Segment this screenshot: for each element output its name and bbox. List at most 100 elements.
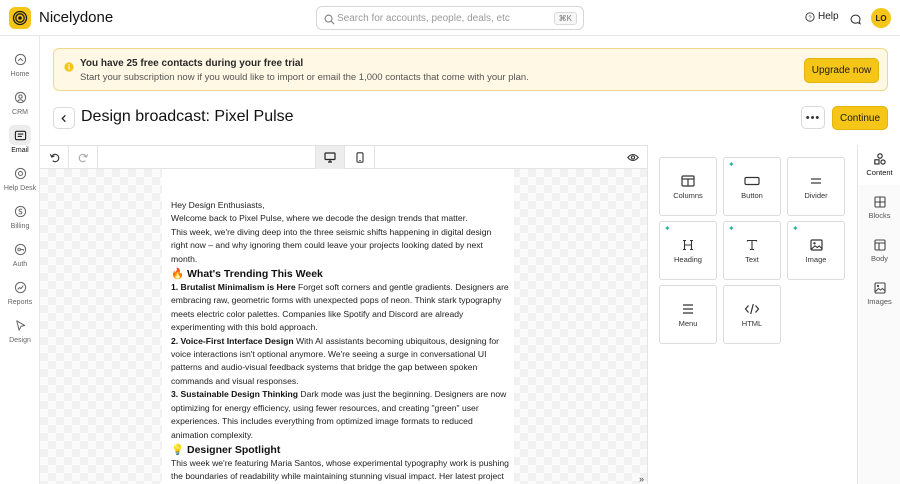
banner-subtitle: Start your subscription now if you would… [80,72,529,83]
sidebar-item-label: Help Desk [3,185,37,192]
tile-label: HTML [741,319,763,328]
help-desk-icon [9,163,31,183]
desktop-icon [324,152,336,163]
image-icon [788,237,844,253]
search-input[interactable] [337,10,537,27]
tile-label: Divider [804,191,828,200]
preview-button[interactable] [618,146,647,169]
text-icon [724,237,780,253]
chat-bubble-icon[interactable] [850,12,861,30]
ai-sparkle-icon: ✦ [664,224,671,233]
right-tab-bar: Content Blocks Body Images [857,145,900,484]
email-canvas: Hey Design Enthusiasts, Welcome back to … [40,169,647,484]
avatar[interactable]: LO [871,8,891,28]
tab-content[interactable]: Content [858,145,900,185]
sidebar-item-design[interactable]: Design [0,315,40,349]
mobile-icon [355,152,364,163]
redo-button[interactable] [69,146,98,169]
back-button[interactable] [53,107,75,129]
undo-button[interactable] [40,146,69,169]
reports-icon [9,277,31,297]
sidebar-item-reports[interactable]: Reports [0,277,40,311]
continue-button[interactable]: Continue [832,106,888,130]
email-trend-item: 3. Sustainable Design Thinking Dark mode… [171,388,510,442]
tab-blocks[interactable]: Blocks [858,188,900,228]
sidebar-item-home[interactable]: Home [0,49,40,83]
content-tile-columns[interactable]: Columns [659,157,717,216]
page-title: Design broadcast: Pixel Pulse [81,108,294,125]
sidebar-item-label: Auth [12,261,28,268]
content-tile-heading[interactable]: ✦ Heading [659,221,717,280]
content-tile-button[interactable]: ✦ Button [723,157,781,216]
tile-label: Columns [673,191,703,200]
tile-label: Button [741,191,763,200]
email-spotlight: This week we're featuring Maria Santos, … [171,457,509,482]
content-tile-text[interactable]: ✦ Text [723,221,781,280]
desktop-view-button[interactable] [315,146,345,169]
more-options-button[interactable]: ••• [801,106,825,129]
info-icon [64,59,74,77]
help-circle-icon: ? [805,11,815,22]
ai-sparkle-icon: ✦ [728,224,735,233]
search-shortcut-badge: ⌘K [553,12,577,25]
trend-item-title: 1. Brutalist Minimalism is Here [171,282,296,293]
menu-icon [660,301,716,317]
search-bar[interactable]: ⌘K [316,6,584,30]
trend-item-title: 3. Sustainable Design Thinking [171,389,299,400]
design-icon [9,315,31,335]
tab-images[interactable]: Images [858,274,900,314]
blocks-icon [873,196,886,208]
email-section-heading: 💡 Designer Spotlight [171,443,281,456]
sidebar: Home CRM Email Help Desk Billing Auth Re… [0,36,40,484]
sidebar-item-help-desk[interactable]: Help Desk [0,163,40,197]
sidebar-item-email[interactable]: Email [0,125,40,159]
redo-icon [78,153,88,163]
undo-icon [49,153,59,163]
email-body[interactable]: Hey Design Enthusiasts, Welcome back to … [162,169,514,484]
columns-icon [660,173,716,189]
sidebar-item-label: Email [11,147,29,154]
help-button[interactable]: ? Help [805,11,839,22]
images-icon [873,282,886,294]
banner-title: You have 25 free contacts during your fr… [80,58,304,69]
tile-label: Text [745,255,759,264]
collapse-panel-icon[interactable]: » [639,474,644,484]
tile-label: Heading [674,255,702,264]
trial-banner: You have 25 free contacts during your fr… [53,48,888,91]
sidebar-item-auth[interactable]: Auth [0,239,40,273]
sidebar-item-billing[interactable]: Billing [0,201,40,235]
email-icon [9,125,31,145]
trend-item-title: 2. Voice-First Interface Design [171,335,294,346]
app-name: Nicelydone [39,9,114,26]
email-intro: This week, we're diving deep into the th… [171,226,492,264]
auth-icon [9,239,31,259]
top-bar: Nicelydone ⌘K ? Help LO [0,0,900,36]
upgrade-now-button[interactable]: Upgrade now [804,58,879,83]
search-icon [324,12,335,30]
tile-label: Image [805,255,827,264]
editor-toolbar [40,145,647,169]
tab-label: Images [867,297,892,306]
sidebar-item-label: Design [9,337,31,344]
content-tile-html[interactable]: HTML [723,285,781,344]
chevron-left-icon [61,114,66,122]
tab-body[interactable]: Body [858,231,900,271]
help-label: Help [818,11,839,22]
sidebar-item-label: Billing [10,223,30,230]
sidebar-item-label: Reports [7,299,33,306]
email-greeting: Hey Design Enthusiasts, [171,200,265,210]
heading-icon [660,237,716,253]
sidebar-item-crm[interactable]: CRM [0,87,40,121]
spiral-logo-icon[interactable] [9,7,31,29]
email-trend-item: 1. Brutalist Minimalism is Here Forget s… [171,281,510,335]
ai-sparkle-icon: ✦ [792,224,799,233]
tab-label: Body [870,254,889,263]
email-section-heading: 🔥 What's Trending This Week [171,268,323,281]
mobile-view-button[interactable] [345,146,375,169]
content-tile-divider[interactable]: Divider [787,157,845,216]
content-tile-image[interactable]: ✦ Image [787,221,845,280]
content-tile-menu[interactable]: Menu [659,285,717,344]
html-code-icon [724,301,780,317]
content-panel: Columns ✦ Button Divider ✦ Heading ✦ Tex… [647,145,857,484]
billing-icon [9,201,31,221]
